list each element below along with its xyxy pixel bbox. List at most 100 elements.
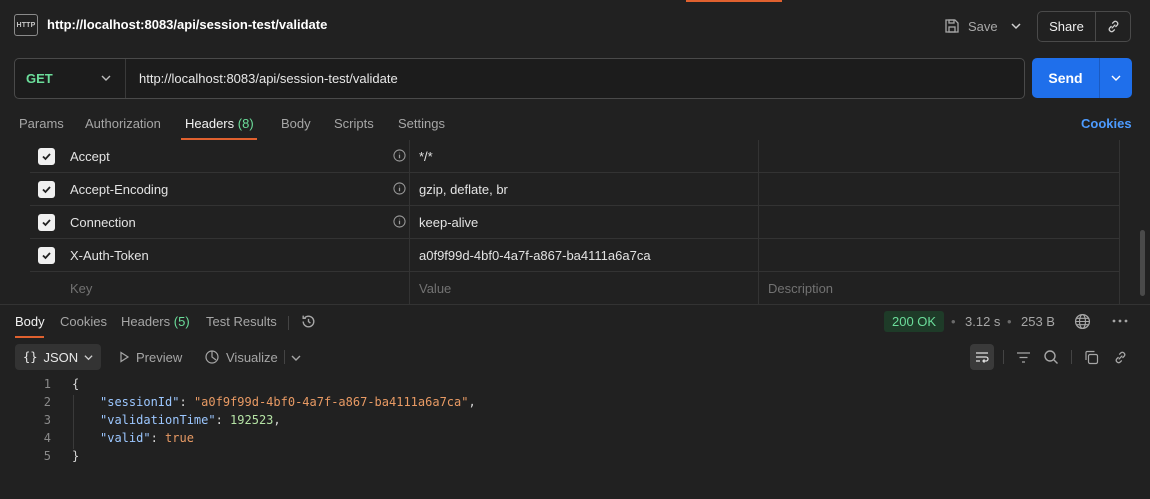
separator [1071,350,1072,364]
headers-table: Accept */* Accept-Encoding gzip, deflate… [30,140,1120,305]
table-row: Accept-Encoding gzip, deflate, br [30,173,1120,206]
tab-params[interactable]: Params [19,116,64,131]
active-tab-indicator [15,336,44,338]
key-placeholder[interactable]: Key [70,281,92,296]
method-label: GET [26,71,53,86]
copy-link-button[interactable] [1109,344,1131,370]
header-key[interactable]: Accept-Encoding [70,182,168,197]
tab-authorization[interactable]: Authorization [85,116,161,131]
header-key[interactable]: Connection [70,215,136,230]
method-select[interactable]: GET [15,59,126,98]
share-group: Share [1037,11,1131,42]
globe-icon[interactable] [1074,313,1091,330]
response-time[interactable]: 3.12 s [965,314,1000,329]
header-value[interactable]: */* [419,149,433,164]
tab-settings[interactable]: Settings [398,116,445,131]
response-tab-body[interactable]: Body [15,314,45,329]
json-punct: , [468,395,476,409]
request-title: http://localhost:8083/api/session-test/v… [47,17,328,32]
line-number: 4 [43,431,51,445]
format-select[interactable]: {} JSON [15,344,101,370]
save-label: Save [968,18,998,34]
tab-headers[interactable]: Headers (8) [185,116,254,131]
url-bar: GET http://localhost:8083/api/session-te… [14,58,1025,99]
header-value[interactable]: gzip, deflate, br [419,182,508,197]
chevron-down-icon [101,75,111,81]
column-divider [409,239,410,271]
body-toolbar: {} JSON Preview Visualize [0,342,1150,372]
code-line: 2 "sessionId": "a0f9f99d-4bf0-4a7f-a867-… [0,395,1150,413]
history-icon[interactable] [300,313,317,330]
info-icon[interactable] [393,149,406,162]
header-checkbox[interactable] [38,181,55,198]
filter-button[interactable] [1012,344,1034,370]
copy-link-button[interactable] [1096,19,1130,34]
info-icon[interactable] [393,215,406,228]
column-divider [758,206,759,238]
share-button[interactable]: Share [1038,12,1096,41]
table-row: Accept */* [30,140,1120,173]
cookies-link[interactable]: Cookies [1081,116,1132,131]
column-divider [1119,272,1120,305]
send-group: Send [1032,58,1132,98]
header-checkbox[interactable] [38,214,55,231]
save-options-dropdown[interactable] [1006,11,1026,41]
send-options-dropdown[interactable] [1099,58,1132,98]
copy-button[interactable] [1080,344,1102,370]
column-divider [758,239,759,271]
check-icon [42,153,51,161]
response-tab-cookies[interactable]: Cookies [60,314,107,329]
json-key: "sessionId" [100,395,180,409]
tab-headers-count: (8) [237,116,254,131]
url-input[interactable]: http://localhost:8083/api/session-test/v… [139,59,1009,98]
header-checkbox[interactable] [38,148,55,165]
response-size[interactable]: 253 B [1021,314,1055,329]
header-value[interactable]: a0f9f99d-4bf0-4a7f-a867-ba4111a6a7ca [419,248,651,263]
wrap-lines-icon [976,352,989,363]
line-number: 3 [43,413,51,427]
column-divider [1119,239,1120,271]
column-divider [409,206,410,238]
format-label: JSON [43,349,79,365]
table-row: Connection keep-alive [30,206,1120,239]
visualize-label: Visualize [226,349,278,365]
send-button[interactable]: Send [1032,58,1099,98]
copy-icon [1084,350,1098,364]
response-tab-test-results[interactable]: Test Results [206,314,277,329]
top-bar: HTTP http://localhost:8083/api/session-t… [0,0,1150,52]
tab-scripts[interactable]: Scripts [334,116,374,131]
chevron-down-icon[interactable] [291,353,301,363]
status-badge[interactable]: 200 OK [884,311,945,332]
column-divider [1119,206,1120,238]
line-number: 2 [43,395,51,409]
column-divider [758,272,759,305]
check-icon [42,252,51,260]
active-tab-accent [686,0,782,2]
column-divider [409,173,410,205]
play-icon [120,351,130,363]
tab-body[interactable]: Body [281,116,311,131]
wrap-lines-button[interactable] [970,344,994,370]
search-icon [1044,350,1058,364]
code-line: 4 "valid": true [0,431,1150,449]
response-tab-headers-count: (5) [173,314,190,329]
header-checkbox[interactable] [38,247,55,264]
scrollbar-thumb[interactable] [1140,230,1145,296]
header-key[interactable]: X-Auth-Token [70,248,149,263]
check-icon [42,219,51,227]
tab-headers-label: Headers [185,116,235,131]
preview-button[interactable]: Preview [118,344,182,370]
search-button[interactable] [1040,344,1062,370]
visualize-button[interactable]: Visualize [204,344,278,370]
header-key[interactable]: Accept [70,149,110,164]
response-tabs: Body Cookies Headers (5) Test Results 20… [0,305,1150,339]
value-placeholder[interactable]: Value [419,281,451,296]
response-tab-headers[interactable]: Headers (5) [121,314,190,329]
header-value[interactable]: keep-alive [419,215,478,230]
more-options-icon[interactable] [1112,318,1128,324]
description-placeholder[interactable]: Description [768,281,833,296]
request-tabs: Params Authorization Headers (8) Body Sc… [0,108,1150,140]
info-icon[interactable] [393,182,406,195]
save-button[interactable]: Save [944,11,1002,41]
code-text: "sessionId": "a0f9f99d-4bf0-4a7f-a867-ba… [100,395,476,409]
